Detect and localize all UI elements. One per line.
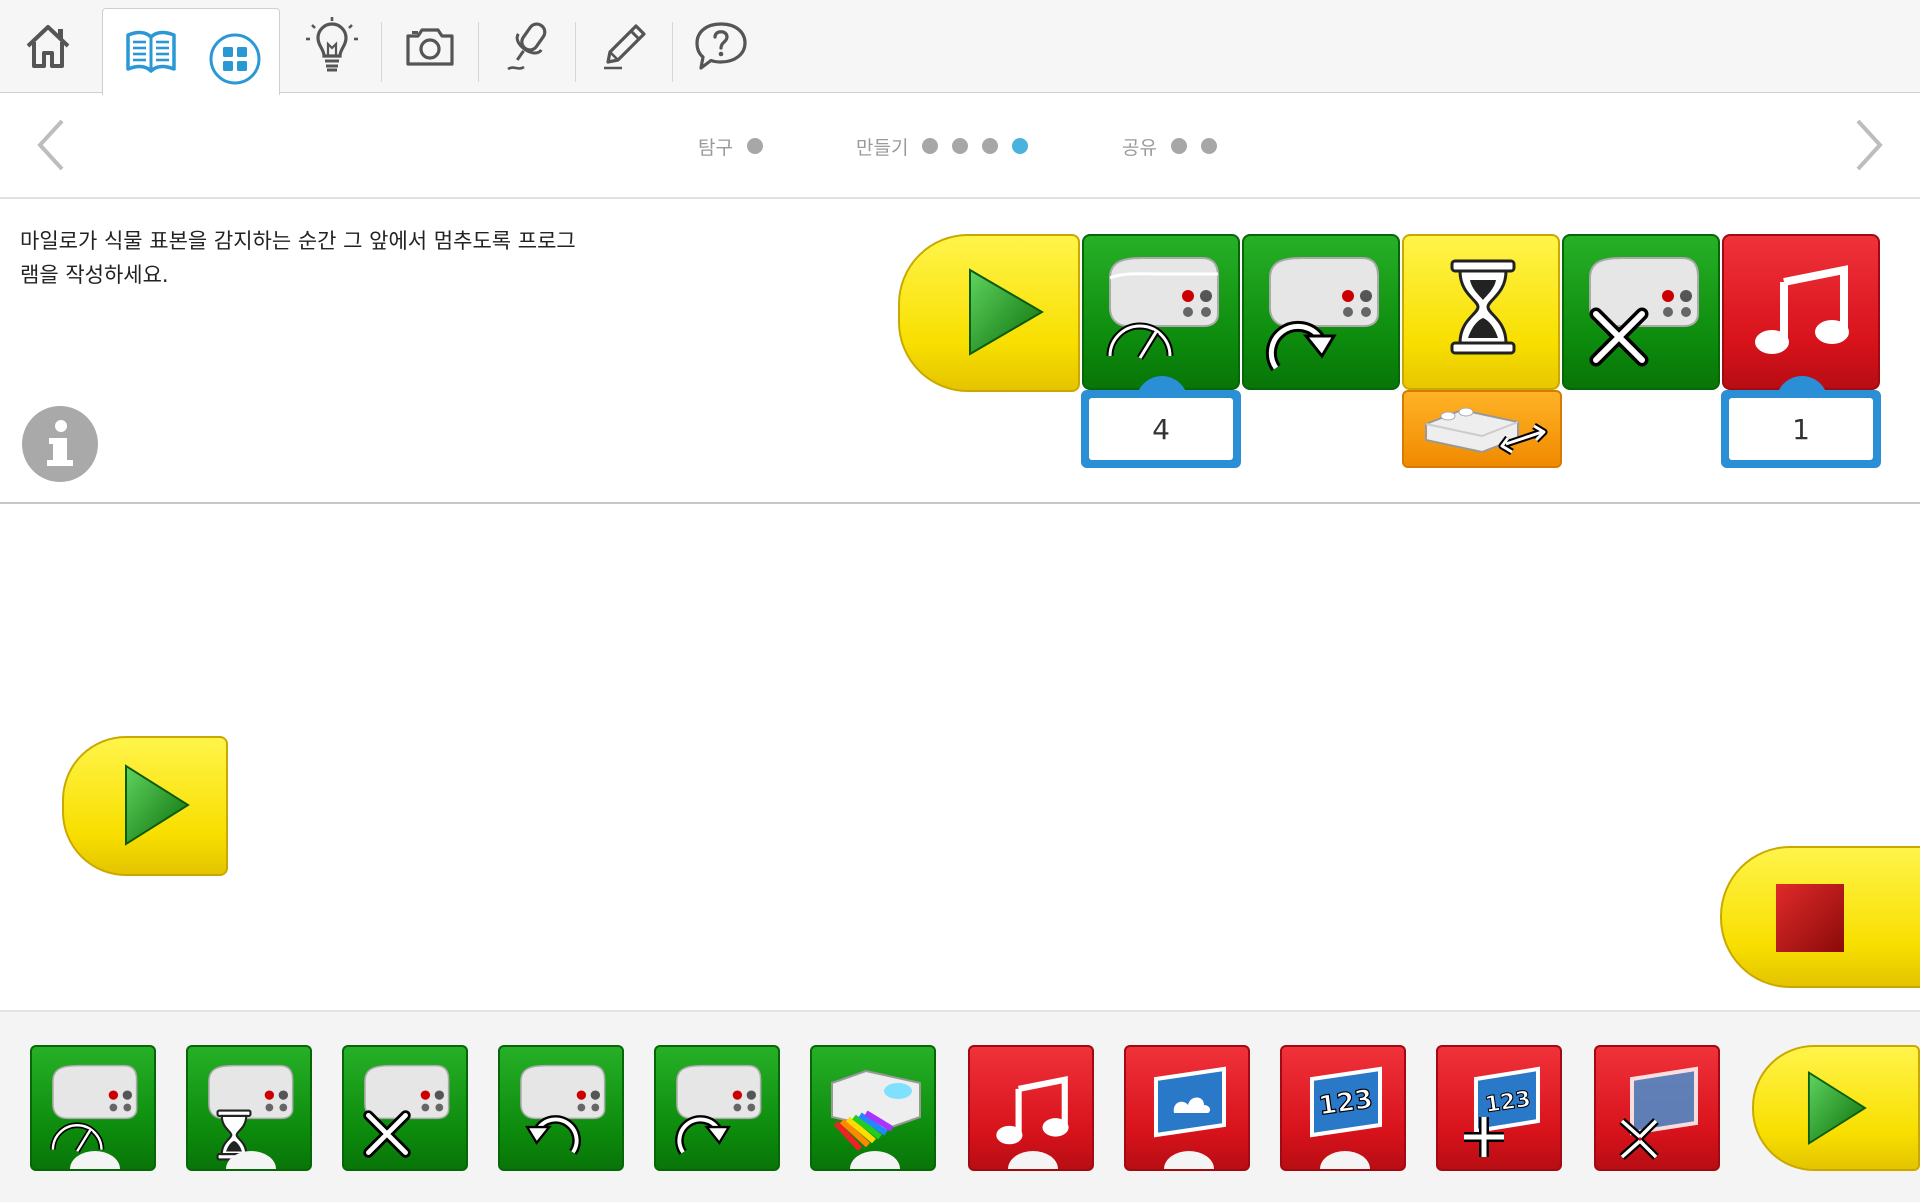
step-dot[interactable]: [746, 138, 763, 154]
palette-notch: [1008, 1151, 1058, 1169]
info-icon: [47, 420, 73, 466]
instruction-text: 마일로가 식물 표본을 감지하는 순간 그 앞에서 멈추도록 프로그 램을 작성…: [20, 224, 640, 292]
step-dot-active[interactable]: [1012, 138, 1029, 154]
motor-power-input[interactable]: 4: [1081, 390, 1241, 468]
step-dot[interactable]: [1200, 138, 1217, 154]
speedometer-icon: [50, 1122, 105, 1153]
step-navigation: 탐구 만들기 공유: [0, 93, 1920, 199]
play-sound-block: [1722, 234, 1880, 390]
stop-icon: [1776, 884, 1844, 952]
motion-sensor-icon: [1425, 407, 1548, 456]
rotate-clockwise-icon: [1265, 320, 1337, 372]
hourglass-icon: [1450, 259, 1516, 355]
palette-start-block[interactable]: [1752, 1045, 1920, 1171]
record-button[interactable]: [479, 0, 575, 92]
speedometer-icon: [1106, 322, 1174, 360]
step-dot[interactable]: [1170, 138, 1187, 154]
camera-button[interactable]: [382, 0, 478, 92]
palette-display-size[interactable]: [1594, 1045, 1720, 1171]
next-step-button[interactable]: [1840, 117, 1896, 173]
step-dots: [1170, 138, 1217, 154]
play-icon: [1807, 1070, 1867, 1146]
microphone-icon: [507, 22, 547, 71]
panel-divider: [0, 502, 1920, 504]
step-dots: [746, 138, 763, 154]
palette-motor-on-for[interactable]: [186, 1045, 312, 1171]
music-note-icon: [1755, 265, 1849, 354]
stop-button[interactable]: [1720, 846, 1920, 988]
palette-notch: [1320, 1151, 1370, 1169]
grid-icon: [209, 33, 261, 85]
home-button[interactable]: [0, 0, 96, 92]
smarthub-light-icon: [831, 1069, 921, 1152]
step-create[interactable]: 만들기: [856, 131, 1029, 161]
sound-input[interactable]: 1: [1721, 390, 1881, 468]
lightbulb-icon: [306, 17, 358, 72]
chevron-right-icon: [1856, 119, 1883, 171]
help-icon: [695, 22, 747, 70]
step-share[interactable]: 공유: [1122, 131, 1217, 161]
canvas-start-block[interactable]: [62, 736, 228, 876]
notes-button[interactable]: [576, 0, 672, 92]
book-icon: [126, 30, 176, 73]
grid-button[interactable]: [207, 31, 263, 87]
step-explore[interactable]: 탐구: [698, 131, 763, 161]
display-number-icon: 123: [1310, 1066, 1382, 1138]
motor-off-block: [1562, 234, 1720, 390]
palette-motor-power[interactable]: [30, 1045, 156, 1171]
wait-for-block: [1402, 234, 1560, 390]
music-note-icon: [996, 1075, 1069, 1145]
step-label: 탐구: [698, 136, 733, 159]
home-icon: [26, 25, 70, 68]
tab-project[interactable]: [102, 8, 280, 95]
step-dot[interactable]: [952, 138, 969, 154]
motor-power-value[interactable]: 4: [1089, 398, 1233, 460]
start-block: [898, 234, 1080, 392]
step-label: 공유: [1122, 136, 1157, 159]
stop-x-icon: [363, 1110, 411, 1158]
palette-add-to-display[interactable]: 123: [1436, 1045, 1562, 1171]
previous-step-button[interactable]: [24, 117, 80, 173]
top-toolbar: [0, 0, 1920, 95]
step-dot[interactable]: [982, 138, 999, 154]
palette-motor-counterclockwise[interactable]: [498, 1045, 624, 1171]
info-button[interactable]: [22, 406, 98, 482]
palette-motor-clockwise[interactable]: [654, 1045, 780, 1171]
play-icon: [969, 268, 1044, 356]
palette-display-number[interactable]: 123: [1280, 1045, 1406, 1171]
rotate-clockwise-icon: [675, 1115, 731, 1155]
idea-button[interactable]: [284, 0, 380, 92]
book-button[interactable]: [121, 23, 181, 81]
camera-icon: [406, 28, 454, 66]
help-button[interactable]: [673, 0, 769, 92]
display-add-icon: 123: [1464, 1066, 1540, 1157]
wait-input-motion-sensor[interactable]: [1402, 390, 1562, 468]
instruction-line: 램을 작성하세요.: [20, 263, 169, 287]
palette-notch: [1164, 1151, 1214, 1169]
palette-display-background[interactable]: [1124, 1045, 1250, 1171]
instruction-line: 마일로가 식물 표본을 감지하는 순간 그 앞에서 멈추도록 프로그: [20, 229, 576, 253]
motor-icon: [52, 1064, 138, 1120]
stop-x-icon: [1589, 307, 1649, 367]
pencil-icon: [604, 24, 646, 70]
step-dots: [922, 138, 1029, 154]
step-label: 만들기: [856, 136, 909, 159]
palette-light-color[interactable]: [810, 1045, 936, 1171]
rotate-counterclockwise-icon: [525, 1115, 581, 1155]
play-icon: [125, 764, 190, 846]
motor-power-block: [1082, 234, 1240, 390]
sound-value[interactable]: 1: [1729, 398, 1873, 460]
step-dot[interactable]: [922, 138, 939, 154]
display-image-icon: [1154, 1066, 1226, 1138]
motor-direction-block: [1242, 234, 1400, 390]
chevron-left-icon: [37, 119, 64, 171]
palette-motor-off[interactable]: [342, 1045, 468, 1171]
display-shrink-icon: [1619, 1066, 1698, 1160]
palette-play-sound[interactable]: [968, 1045, 1094, 1171]
